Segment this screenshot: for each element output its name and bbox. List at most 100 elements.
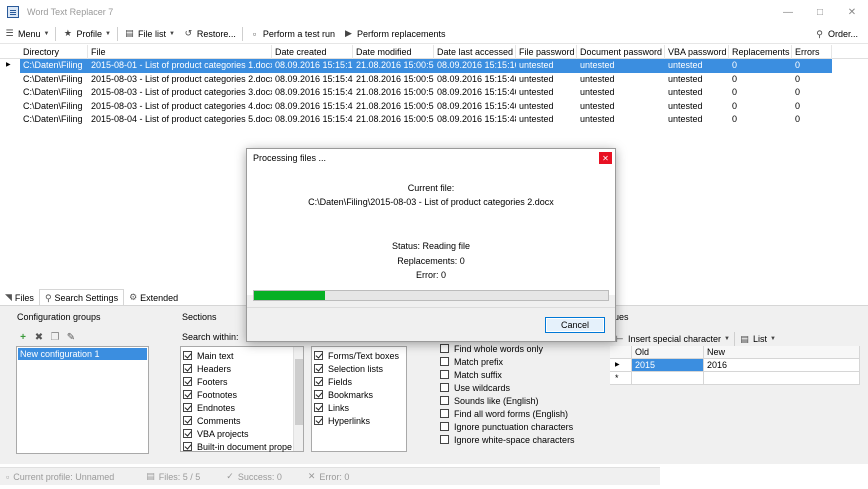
close-window-button[interactable]: ✕ <box>836 0 868 24</box>
values-header: Old New <box>610 346 860 359</box>
checkbox[interactable] <box>440 370 449 379</box>
delete-icon[interactable]: ✖ <box>33 331 45 343</box>
checkbox-item[interactable]: Headers <box>183 362 303 375</box>
replacements-count: Replacements: 0 <box>397 256 465 266</box>
add-icon[interactable]: + <box>17 331 29 343</box>
checkbox[interactable] <box>440 409 449 418</box>
checkbox[interactable] <box>183 416 192 425</box>
menu-button[interactable]: ☰ Menu ▼ <box>0 25 53 43</box>
chevron-down-icon: ▼ <box>770 336 776 342</box>
checkbox-item[interactable]: Bookmarks <box>314 388 406 401</box>
checkbox-item[interactable]: Hyperlinks <box>314 414 406 427</box>
profile-button[interactable]: ★ Profile ▼ <box>58 25 114 43</box>
checkbox-item[interactable]: Footers <box>183 375 303 388</box>
column-header[interactable]: Directory <box>20 44 88 59</box>
column-header[interactable]: VBA password <box>665 44 729 59</box>
close-icon[interactable]: ✕ <box>599 152 612 164</box>
table-row[interactable]: ▶ 2015 2016 <box>610 359 860 372</box>
old-value-cell-empty[interactable] <box>632 372 704 385</box>
table-row[interactable]: ▶ C:\Daten\Filing 2015-08-01 - List of pro… <box>0 59 868 73</box>
checkbox-item[interactable]: Endnotes <box>183 401 303 414</box>
scrollbar[interactable] <box>293 347 303 451</box>
config-groups-list[interactable]: New configuration 1 <box>16 346 149 454</box>
checkbox-item[interactable]: VBA projects <box>183 427 303 440</box>
checkbox[interactable] <box>440 422 449 431</box>
table-cell: C:\Daten\Filing <box>23 73 83 84</box>
maximize-button[interactable]: □ <box>804 0 836 24</box>
checkbox-item[interactable]: Sounds like (English) <box>440 394 575 407</box>
checkbox-item[interactable]: Ignore punctuation characters <box>440 420 575 433</box>
checkbox-item[interactable]: Ignore white-space characters <box>440 433 575 446</box>
checkbox-item[interactable]: Find all word forms (English) <box>440 407 575 420</box>
column-header[interactable]: Date last accessed <box>434 44 516 59</box>
checkbox[interactable] <box>183 377 192 386</box>
checkbox[interactable] <box>183 351 192 360</box>
checkbox[interactable] <box>314 364 323 373</box>
checkbox[interactable] <box>314 416 323 425</box>
checkbox-item[interactable]: Selection lists <box>314 362 406 375</box>
new-value-cell-empty[interactable] <box>704 372 860 385</box>
old-value-cell[interactable]: 2015 <box>632 359 704 372</box>
checkbox[interactable] <box>440 357 449 366</box>
checkbox[interactable] <box>440 396 449 405</box>
table-cell: 08.09.2016 15:15:46 <box>275 100 353 111</box>
table-row[interactable]: C:\Daten\Filing 2015-08-03 - List of prod… <box>0 100 868 114</box>
checkbox-item[interactable]: Main text <box>183 349 303 362</box>
checkbox[interactable] <box>314 351 323 360</box>
checkbox[interactable] <box>183 429 192 438</box>
column-header[interactable]: Errors <box>792 44 832 59</box>
checkbox-item[interactable]: Match suffix <box>440 368 575 381</box>
restore-button[interactable]: ↺ Restore... <box>179 25 240 43</box>
tab-files[interactable]: ◥ Files <box>0 289 39 306</box>
column-header[interactable]: Document password <box>577 44 665 59</box>
new-value-cell[interactable]: 2016 <box>704 359 860 372</box>
checkbox-label: Main text <box>197 350 234 361</box>
checkbox[interactable] <box>183 390 192 399</box>
column-header[interactable]: Replacements <box>729 44 792 59</box>
sections-label: Sections <box>182 312 217 322</box>
table-cell: 2015-08-04 - List of product categories … <box>91 114 272 124</box>
checkbox[interactable] <box>183 403 192 412</box>
checkbox[interactable] <box>183 442 192 451</box>
checkbox-item[interactable]: Use wildcards <box>440 381 575 394</box>
column-header[interactable]: File <box>88 44 272 59</box>
checkbox-item[interactable]: Match prefix <box>440 355 575 368</box>
table-row[interactable]: C:\Daten\Filing 2015-08-03 - List of prod… <box>0 73 868 87</box>
copy-icon[interactable]: ❐ <box>49 331 61 343</box>
checkbox-item[interactable]: Footnotes <box>183 388 303 401</box>
table-cell: untested <box>580 87 615 97</box>
column-header[interactable]: File password <box>516 44 577 59</box>
checkbox[interactable] <box>314 403 323 412</box>
minimize-button[interactable]: — <box>772 0 804 24</box>
checkbox[interactable] <box>440 435 449 444</box>
table-row[interactable]: C:\Daten\Filing 2015-08-03 - List of prod… <box>0 86 868 100</box>
checkbox[interactable] <box>440 383 449 392</box>
column-header[interactable]: Date modified <box>353 44 434 59</box>
checkbox-item[interactable]: Forms/Text boxes <box>314 349 406 362</box>
checkbox[interactable] <box>314 390 323 399</box>
checkbox-item[interactable]: Built-in document prope⌄ <box>183 440 303 453</box>
checkbox[interactable] <box>314 377 323 386</box>
rename-icon[interactable]: ✎ <box>65 331 77 343</box>
sections-list-right[interactable]: Forms/Text boxes Selection lists Fields Boo… <box>311 346 407 452</box>
checkbox[interactable] <box>440 344 449 353</box>
column-header[interactable]: Date created <box>272 44 353 59</box>
cancel-button[interactable]: Cancel <box>545 317 605 333</box>
checkbox-item[interactable]: Links <box>314 401 406 414</box>
file-list-button[interactable]: ▤ File list ▼ <box>120 25 179 43</box>
list-item[interactable]: New configuration 1 <box>18 348 147 360</box>
table-row[interactable]: C:\Daten\Filing 2015-08-04 - List of prod… <box>0 113 868 127</box>
perform-replacements-button[interactable]: ▶ Perform replacements <box>339 25 450 43</box>
chevron-down-icon: ▼ <box>104 30 111 37</box>
checkbox[interactable] <box>183 364 192 373</box>
test-run-button[interactable]: ▫ Perform a test run <box>245 25 339 43</box>
checkbox-item[interactable]: Fields <box>314 375 406 388</box>
tab-search-settings[interactable]: ⚲ Search Settings <box>38 289 125 306</box>
tab-extended[interactable]: ⚙ Extended <box>124 289 183 306</box>
sections-list-left[interactable]: Main text Headers Footers Footnotes Endnotes… <box>180 346 304 452</box>
order-button[interactable]: ⚲ Order... <box>810 25 862 43</box>
table-row-new[interactable]: * <box>610 372 860 385</box>
checkbox-item[interactable]: Find whole words only <box>440 342 575 355</box>
values-table: Old New ▶ 2015 2016 * <box>610 346 860 385</box>
checkbox-item[interactable]: Comments <box>183 414 303 427</box>
